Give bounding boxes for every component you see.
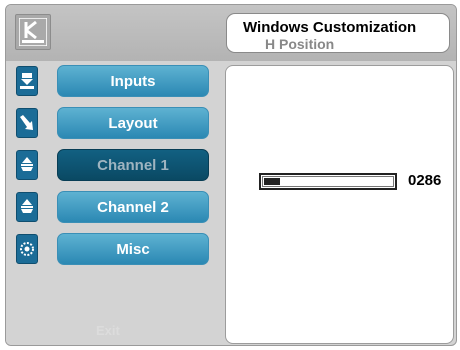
- menu-row-channel-2: Channel 2: [6, 191, 221, 225]
- menu-button-channel-2[interactable]: Channel 2: [57, 191, 209, 223]
- h-position-value: 0286: [408, 172, 442, 189]
- menu-button-inputs[interactable]: Inputs: [57, 65, 209, 97]
- channel-bell-icon[interactable]: [16, 150, 38, 180]
- menu-button-channel-1[interactable]: Channel 1: [57, 149, 209, 181]
- input-icon[interactable]: [16, 66, 38, 96]
- menu-row-layout: Layout: [6, 107, 221, 141]
- menu-row-channel-1: Channel 1: [6, 149, 221, 183]
- layout-arrow-icon[interactable]: [16, 108, 38, 138]
- slider-fill: [264, 178, 280, 185]
- side-menu: Inputs Layout Channel 1 Channel 2 Misc E…: [6, 61, 221, 345]
- menu-button-misc[interactable]: Misc: [57, 233, 209, 265]
- menu-row-inputs: Inputs: [6, 65, 221, 99]
- menu-row-misc: Misc: [6, 233, 221, 267]
- app-frame: Windows Customization H Position Inputs …: [5, 4, 457, 346]
- channel-bell-icon[interactable]: [16, 192, 38, 222]
- misc-gear-icon[interactable]: [16, 234, 38, 264]
- slider-track: [262, 176, 394, 187]
- menu-button-layout[interactable]: Layout: [57, 107, 209, 139]
- kramer-logo-icon: [15, 14, 51, 50]
- content-panel: 0286: [225, 65, 454, 344]
- page-title: Windows Customization: [243, 19, 417, 36]
- page-subtitle: H Position: [265, 36, 335, 52]
- faded-exit-label: Exit: [96, 323, 120, 338]
- h-position-slider[interactable]: [259, 173, 397, 190]
- title-box: Windows Customization H Position: [226, 13, 450, 53]
- header: Windows Customization H Position: [6, 5, 456, 61]
